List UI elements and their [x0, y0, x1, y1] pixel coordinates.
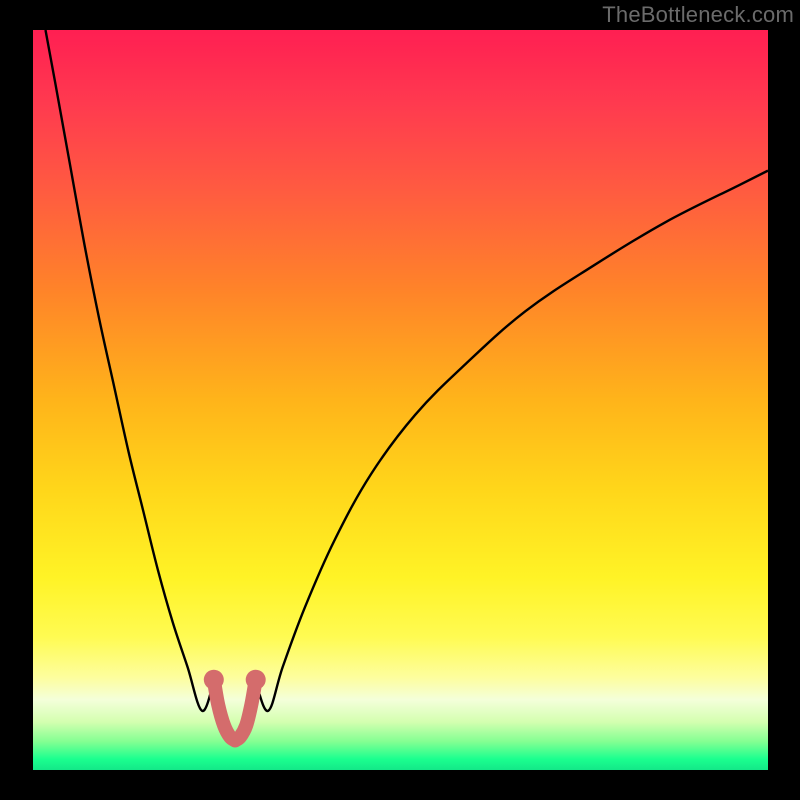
curve-layer: [33, 30, 768, 770]
series-dot-dot-right: [246, 670, 266, 690]
stage: TheBottleneck.com: [0, 0, 800, 800]
watermark-text: TheBottleneck.com: [602, 2, 794, 28]
series-dot-dot-left: [204, 670, 224, 690]
series-curve-right: [256, 171, 768, 711]
plot-area: [33, 30, 768, 770]
series-curve-left: [45, 30, 213, 711]
